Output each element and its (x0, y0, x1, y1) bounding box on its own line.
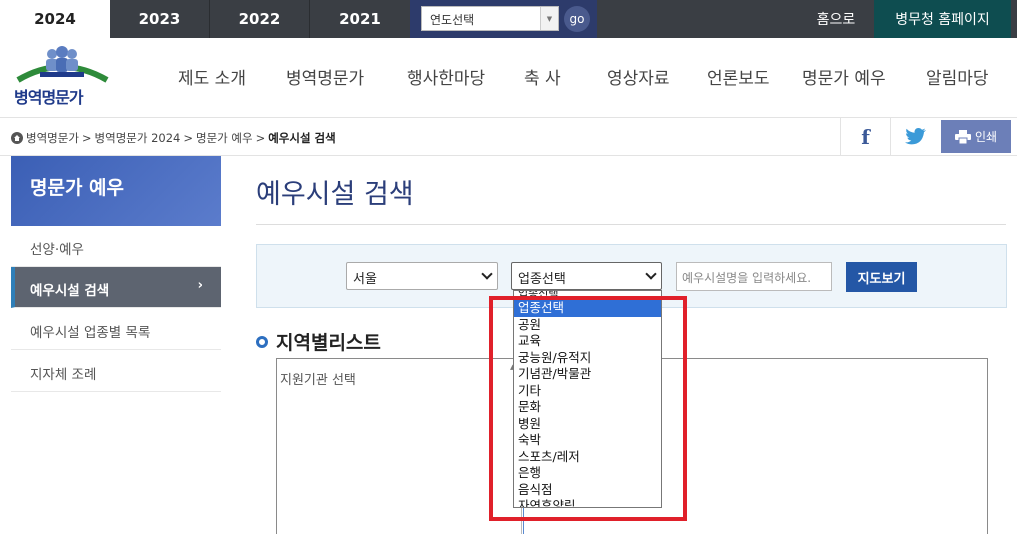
year-select-area: 연도선택 ▼ go (410, 0, 597, 38)
facebook-icon: f (861, 124, 870, 149)
home-link[interactable]: 홈으로 (800, 0, 872, 38)
facility-name-input[interactable]: 예우시설명을 입력하세요. (676, 262, 832, 291)
nav-item-notice[interactable]: 알림마당 (926, 64, 989, 89)
region-select-value: 서울 (353, 272, 377, 287)
sidebar-item-label: 선양·예우 (30, 242, 84, 258)
page-title: 예우시설 검색 (256, 179, 414, 210)
breadcrumb-bar: 병역명문가 > 병역명문가 2024 > 명문가 예우 > 예우시설 검색 f … (0, 117, 1017, 156)
sidebar-item-ordinance[interactable]: 지자체 조례 (11, 351, 221, 392)
nav-item-family[interactable]: 병역명문가 (286, 64, 364, 89)
print-label: 인쇄 (974, 130, 998, 144)
nav-item-speech[interactable]: 축 사 (524, 64, 561, 89)
nav-item-videos[interactable]: 영상자료 (607, 64, 670, 89)
dropdown-arrow-icon: ▼ (540, 7, 558, 30)
year-tab-2024[interactable]: 2024 (0, 0, 110, 38)
map-view-button[interactable]: 지도보기 (846, 262, 917, 292)
region-list-heading: 지역별리스트 (256, 328, 381, 355)
home-icon[interactable] (11, 132, 23, 144)
breadcrumb-current: 예우시설 검색 (268, 131, 336, 145)
category-select[interactable]: 업종선택 (511, 262, 662, 290)
breadcrumb-item[interactable]: 병역명문가 (26, 130, 79, 146)
sidebar-title: 명문가 예우 (11, 156, 221, 226)
mma-homepage-link[interactable]: 병무청 홈페이지 (874, 0, 1011, 38)
red-highlight-box (489, 296, 687, 521)
sidebar-item-facility-search[interactable]: 예우시설 검색 › (11, 267, 221, 308)
breadcrumb-item[interactable]: 병역명문가 2024 (95, 130, 181, 146)
year-select-value: 연도선택 (430, 13, 475, 27)
go-button[interactable]: go (564, 6, 590, 32)
facebook-share-button[interactable]: f (840, 118, 890, 155)
nav-item-intro[interactable]: 제도 소개 (178, 64, 246, 89)
sidebar-item-facility-list[interactable]: 예우시설 업종별 목록 (11, 309, 221, 350)
sidebar-item-label: 지자체 조례 (30, 367, 97, 383)
breadcrumb-separator-icon: > (81, 131, 92, 145)
nav-item-press[interactable]: 언론보도 (707, 64, 770, 89)
year-tab-2021[interactable]: 2021 (310, 0, 410, 38)
breadcrumb: 병역명문가 > 병역명문가 2024 > 명문가 예우 > 예우시설 검색 (11, 130, 336, 146)
site-logo[interactable]: 병역명문가 (10, 44, 115, 110)
facility-name-placeholder: 예우시설명을 입력하세요. (682, 271, 812, 285)
year-tab-2023[interactable]: 2023 (110, 0, 210, 38)
sidebar-item-label: 예우시설 검색 (30, 283, 110, 299)
sidebar-item-label: 예우시설 업종별 목록 (30, 325, 151, 341)
region-list-title: 지역별리스트 (276, 332, 381, 354)
circle-bullet-icon (256, 335, 268, 348)
printer-icon (954, 129, 971, 144)
category-select-value: 업종선택 (518, 272, 566, 287)
twitter-icon (904, 127, 926, 144)
chevron-down-icon (481, 268, 493, 280)
year-tab-2022[interactable]: 2022 (210, 0, 310, 38)
top-bar: 2024 2023 2022 2021 연도선택 ▼ go 홈으로 병무청 홈페… (0, 0, 1017, 38)
logo-text: 병역명문가 (14, 88, 84, 107)
breadcrumb-separator-icon: > (255, 131, 266, 145)
nav-item-honor[interactable]: 명문가 예우 (802, 64, 886, 89)
year-select[interactable]: 연도선택 ▼ (421, 6, 559, 31)
print-button[interactable]: 인쇄 (941, 120, 1011, 153)
chevron-right-icon: › (197, 278, 203, 293)
breadcrumb-item[interactable]: 명문가 예우 (196, 130, 253, 146)
nav-item-events[interactable]: 행사한마당 (407, 64, 485, 89)
breadcrumb-separator-icon: > (183, 131, 194, 145)
sidebar-item-honor[interactable]: 선양·예우 (11, 226, 221, 267)
agency-select-label: 지원기관 선택 (280, 373, 356, 388)
twitter-share-button[interactable] (890, 118, 940, 155)
title-divider (256, 224, 1006, 225)
chevron-down-icon (645, 268, 657, 280)
region-select[interactable]: 서울 (346, 262, 498, 290)
